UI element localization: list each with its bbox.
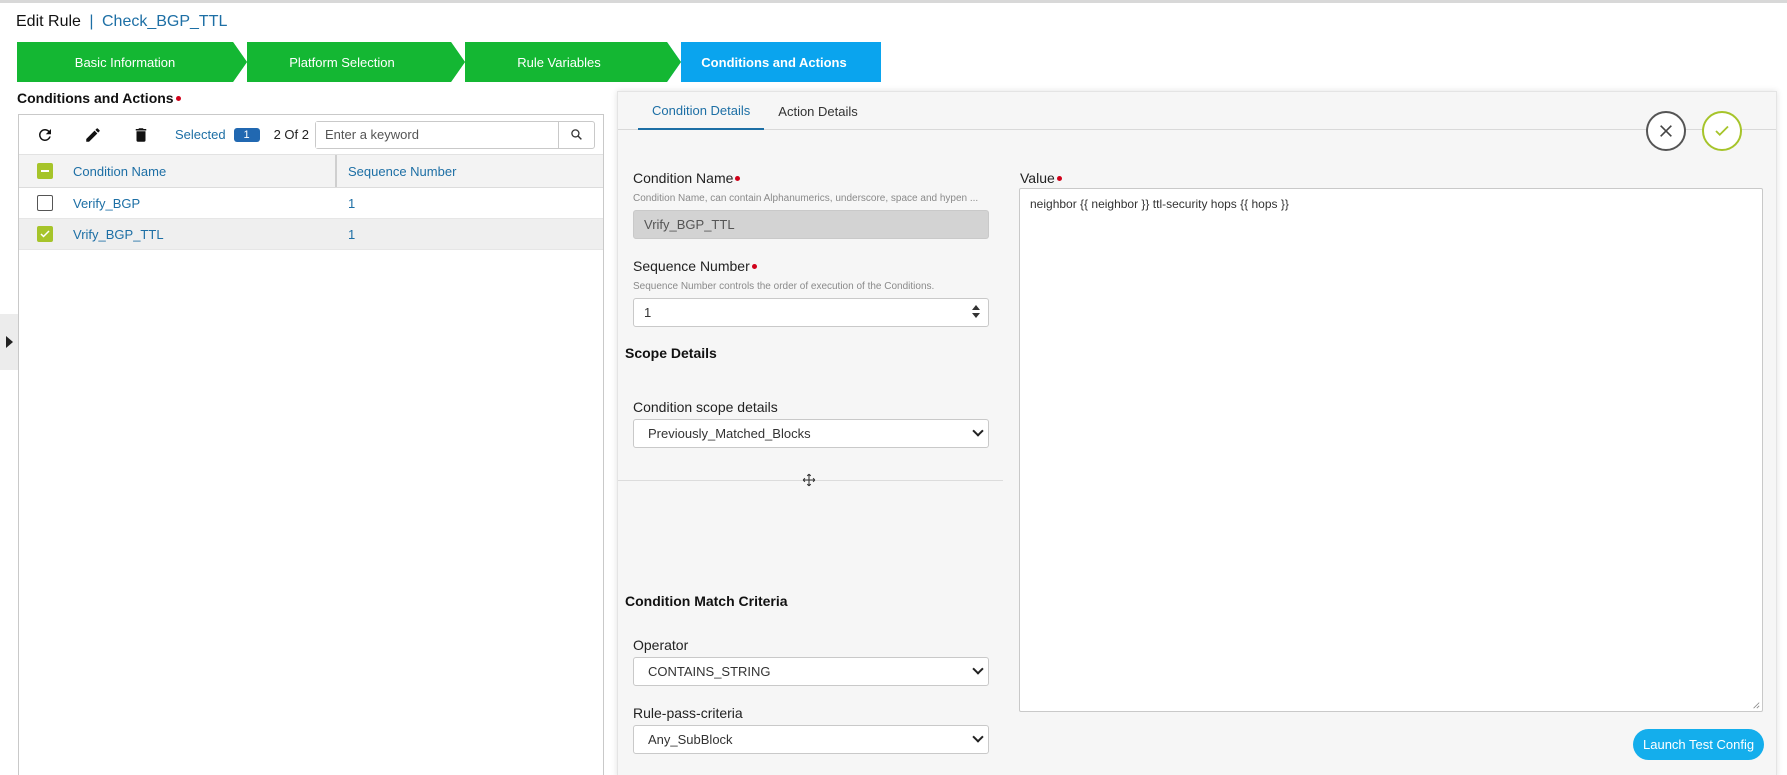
pencil-icon xyxy=(86,127,100,142)
page-title-text: Edit Rule xyxy=(16,13,81,30)
step-platform-selection[interactable]: Platform Selection xyxy=(233,42,465,82)
chevron-down-icon xyxy=(972,731,984,743)
value-text: neighbor {{ neighbor }} ttl-security hop… xyxy=(1030,197,1289,211)
value-label: Value xyxy=(1020,170,1062,186)
sequence-number-value: 1 xyxy=(644,305,652,320)
required-indicator xyxy=(175,95,181,101)
required-indicator xyxy=(751,263,757,269)
title-separator: | xyxy=(89,13,94,30)
condition-name-field: Vrify_BGP_TTL xyxy=(633,210,989,239)
launch-test-config-button[interactable]: Launch Test Config xyxy=(1633,729,1765,760)
save-button[interactable] xyxy=(1702,111,1742,151)
required-indicator xyxy=(735,175,741,181)
column-header-condition-name[interactable]: Condition Name xyxy=(71,155,337,187)
step-label: Platform Selection xyxy=(289,54,395,70)
refresh-button[interactable] xyxy=(25,120,65,150)
condition-detail-panel: Condition Details Action Details Conditi… xyxy=(617,91,1777,775)
chevron-down-icon xyxy=(972,663,984,675)
page-title: Edit Rule | Check_BGP_TTL xyxy=(16,13,227,31)
search-input[interactable] xyxy=(316,121,559,148)
record-count: 2 Of 2 xyxy=(273,127,310,142)
detail-tabs: Condition Details Action Details xyxy=(618,92,1776,130)
search-button[interactable] xyxy=(558,121,594,148)
row-sequence-number: 1 xyxy=(348,226,356,242)
required-indicator xyxy=(1056,175,1062,181)
operator-label: Operator xyxy=(633,637,689,653)
rule-pass-criteria-select[interactable]: Any_SubBlock xyxy=(633,725,989,754)
chevron-down-icon xyxy=(972,425,984,437)
row-condition-name[interactable]: Vrify_BGP_TTL xyxy=(71,219,337,249)
condition-scope-label: Condition scope details xyxy=(633,399,778,415)
conditions-grid: Selected 1 2 Of 2 Condition Name Sequenc… xyxy=(18,114,604,775)
rule-pass-criteria-label: Rule-pass-criteria xyxy=(633,705,743,721)
value-label-text: Value xyxy=(1020,170,1055,186)
step-label: Conditions and Actions xyxy=(701,54,847,70)
condition-name-label: Condition Name xyxy=(633,170,741,186)
trash-icon xyxy=(135,127,147,142)
checkmark-icon xyxy=(1715,125,1729,137)
grid-header: Condition Name Sequence Number xyxy=(19,155,603,188)
condition-name-label-text: Condition Name xyxy=(633,170,734,186)
row-sequence-number: 1 xyxy=(348,195,356,211)
step-label: Basic Information xyxy=(74,54,176,70)
match-criteria-title: Condition Match Criteria xyxy=(625,593,788,609)
tab-action-details[interactable]: Action Details xyxy=(764,92,871,130)
step-basic-information[interactable]: Basic Information xyxy=(17,42,247,82)
condition-name-help: Condition Name, can contain Alphanumeric… xyxy=(633,193,979,204)
resize-grip-icon[interactable] xyxy=(1752,701,1760,709)
sequence-number-label-text: Sequence Number xyxy=(633,258,750,274)
step-conditions-and-actions[interactable]: Conditions and Actions xyxy=(667,42,881,82)
operator-value: CONTAINS_STRING xyxy=(648,664,771,679)
edit-button[interactable] xyxy=(73,120,113,150)
section-label-text: Conditions and Actions xyxy=(17,90,174,106)
sidebar-expand-toggle[interactable] xyxy=(0,314,18,370)
condition-scope-value: Previously_Matched_Blocks xyxy=(648,426,811,441)
cancel-button[interactable] xyxy=(1646,111,1686,151)
sequence-number-help: Sequence Number controls the order of ex… xyxy=(633,281,935,292)
close-icon xyxy=(1660,125,1672,137)
grid-toolbar: Selected 1 2 Of 2 xyxy=(19,115,603,155)
selected-label: Selected xyxy=(175,127,226,142)
rule-pass-criteria-value: Any_SubBlock xyxy=(648,732,733,747)
scope-details-title: Scope Details xyxy=(625,345,717,361)
condition-scope-select[interactable]: Previously_Matched_Blocks xyxy=(633,419,989,448)
table-row[interactable]: Vrify_BGP_TTL 1 xyxy=(19,219,603,250)
rule-name: Check_BGP_TTL xyxy=(101,13,228,30)
step-label: Rule Variables xyxy=(517,54,601,70)
tab-condition-details[interactable]: Condition Details xyxy=(638,92,765,130)
stepper-arrows-icon[interactable] xyxy=(972,305,980,318)
value-textarea[interactable]: neighbor {{ neighbor }} ttl-security hop… xyxy=(1019,188,1763,712)
search-box xyxy=(315,120,596,149)
wizard-steps: Basic Information Platform Selection Rul… xyxy=(17,42,881,82)
column-header-sequence-number[interactable]: Sequence Number xyxy=(337,164,456,179)
sequence-number-stepper[interactable]: 1 xyxy=(633,298,989,327)
delete-button[interactable] xyxy=(121,120,161,150)
search-icon xyxy=(571,129,582,140)
step-rule-variables[interactable]: Rule Variables xyxy=(451,42,681,82)
conditions-section-label: Conditions and Actions xyxy=(17,90,181,106)
row-checkbox[interactable] xyxy=(37,226,53,242)
selected-count-badge: 1 xyxy=(233,127,260,142)
table-row[interactable]: Verify_BGP 1 xyxy=(19,188,603,219)
row-checkbox[interactable] xyxy=(37,195,53,211)
row-condition-name[interactable]: Verify_BGP xyxy=(71,188,337,218)
drag-handle-icon[interactable] xyxy=(802,473,816,487)
refresh-icon xyxy=(38,128,51,141)
checkmark-icon xyxy=(40,230,50,238)
operator-select[interactable]: CONTAINS_STRING xyxy=(633,657,989,686)
sequence-number-label: Sequence Number xyxy=(633,258,757,274)
select-all-checkbox[interactable] xyxy=(37,163,53,179)
